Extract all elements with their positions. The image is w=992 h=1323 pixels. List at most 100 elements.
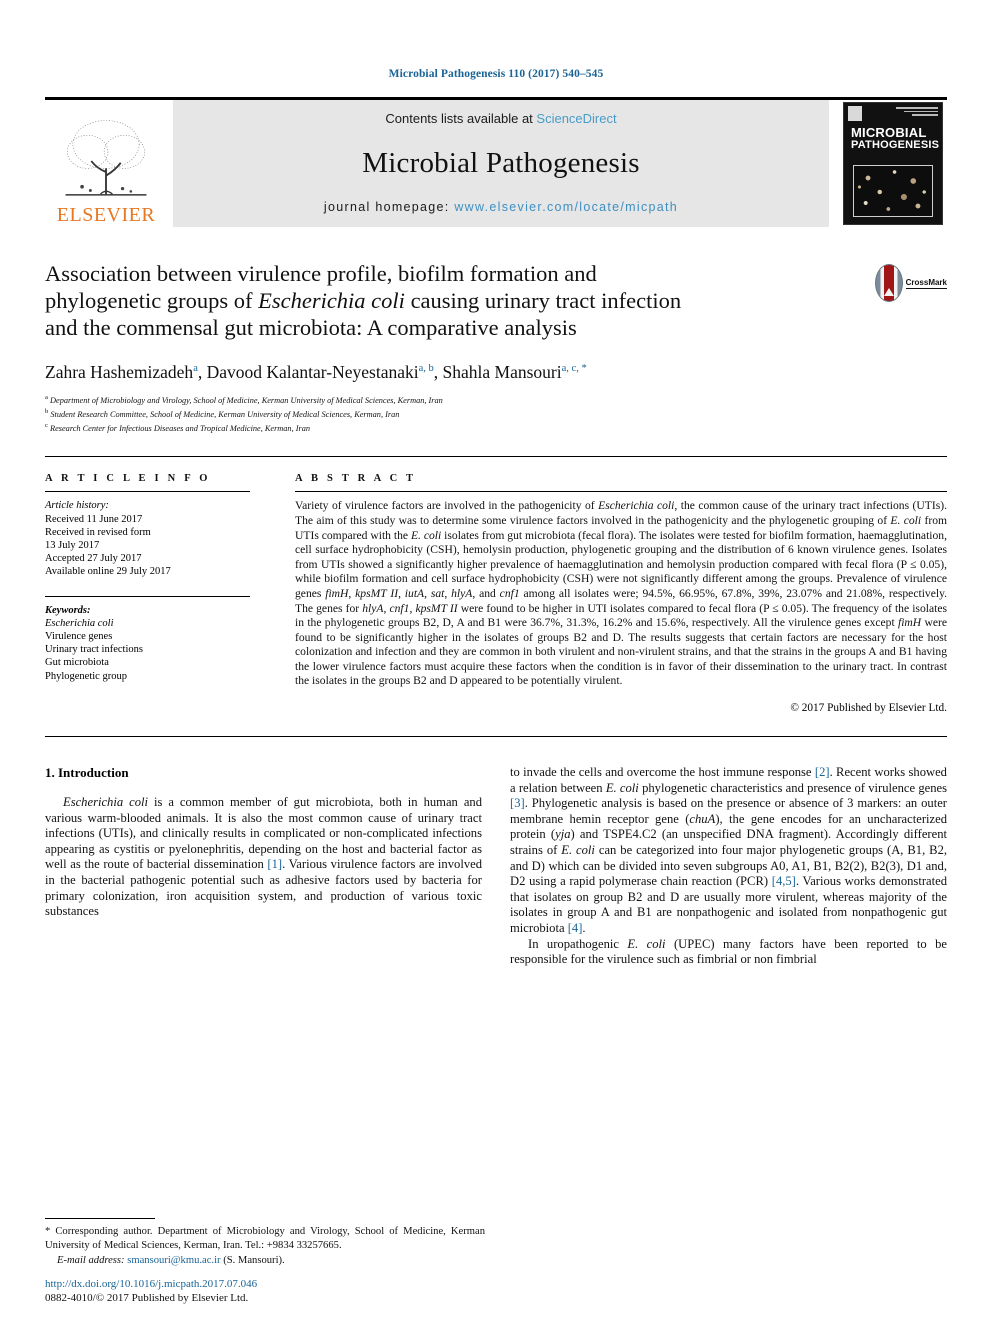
author-marks-2: a, b [418,363,434,374]
affiliation-item: a Department of Microbiology and Virolog… [45,392,841,406]
journal-title: Microbial Pathogenesis [362,146,640,179]
footnote-region: * Corresponding author. Department of Mi… [45,1218,485,1267]
body-column-right: to invade the cells and overcome the hos… [510,765,947,968]
journal-masthead: ELSEVIER Contents lists available at Sci… [45,97,947,227]
email-line: E-mail address: smansouri@kmu.ac.ir (S. … [45,1254,485,1267]
page-title: Association between virulence profile, b… [45,260,841,341]
author-name-3[interactable]: Shahla Mansouri [443,362,562,382]
crossmark-label: CrossMark [905,277,947,289]
journal-homepage-line: journal homepage: www.elsevier.com/locat… [324,200,678,214]
abs-i12: kpsMT II [415,601,458,615]
section-title-introduction: 1. Introduction [45,765,129,781]
intro-species-name: Escherichia coli [63,795,149,810]
keyword-item: Virulence genes [45,630,113,642]
corresponding-text: Corresponding author. Department of Micr… [45,1226,485,1251]
title-and-authors: Association between virulence profile, b… [45,260,855,434]
history-item: 13 July 2017 [45,539,100,551]
title-line-3: and the commensal gut microbiota: A comp… [45,315,577,340]
title-line-1: Association between virulence profile, b… [45,261,597,286]
elsevier-tree-icon [65,120,147,196]
abstract-bottom-divider [45,736,947,738]
history-item: Received 11 June 2017 [45,513,143,525]
article-info-rule [45,491,250,493]
article-history: Article history: Received 11 June 2017 R… [45,499,250,578]
keywords-label: Keywords: [45,604,91,616]
body-columns: 1. Introduction Escherichia coli is a co… [45,765,947,968]
citation-ref-3[interactable]: [3] [510,796,525,810]
crossmark-area[interactable]: CrossMark [855,260,947,434]
author-sep-2: , [433,361,443,382]
cover-title-line2: PATHOGENESIS [851,139,940,151]
elsevier-logo: ELSEVIER [45,100,167,227]
abs-t7: , [424,586,431,600]
abs-i2: E. coli [890,513,922,527]
cover-text-lines [896,106,938,125]
abstract-text: Variety of virulence factors are involve… [295,499,947,689]
history-item: Available online 29 July 2017 [45,566,171,578]
article-info-heading: A R T I C L E I N F O [45,473,211,485]
intro-paragraph-right-2: In uropathogenic E. coli (UPEC) many fac… [510,937,947,968]
keywords-rule [45,595,250,597]
email-link[interactable]: smansouri@kmu.ac.ir [127,1255,220,1266]
keyword-item: Gut microbiota [45,657,109,669]
journal-cover-thumbnail: MICROBIAL PATHOGENESIS [839,100,947,227]
abs-t1: Variety of virulence factors are involve… [295,499,599,513]
intro-paragraph-left: Escherichia coli is a common member of g… [45,795,482,920]
affiliation-text-b: Student Research Committee, School of Me… [50,409,400,419]
sciencedirect-link[interactable]: ScienceDirect [536,111,616,126]
running-head: Microbial Pathogenesis 110 (2017) 540–54… [388,68,604,80]
doi-region: http://dx.doi.org/10.1016/j.micpath.2017… [45,1277,505,1305]
title-line-2-a: phylogenetic groups of [45,288,259,313]
keyword-item: Phylogenetic group [45,670,127,682]
intro-right-it-1: E. coli [605,780,639,795]
affiliation-text-a: Department of Microbiology and Virology,… [50,395,443,405]
affiliation-list: a Department of Microbiology and Virolog… [45,392,841,435]
abs-i4: fimH [325,586,349,600]
abs-i1: Escherichia coli [598,499,675,513]
intro-right-p2-it: E. coli [627,936,666,951]
keyword-item: Urinary tract infections [45,644,143,656]
abstract-heading: A B S T R A C T [295,473,417,485]
cover-header-strip [844,103,942,125]
abs-i5: kpsMT II [355,586,399,600]
info-abstract-region: A R T I C L E I N F O Article history: R… [45,473,947,714]
crossmark-badge[interactable]: CrossMark [875,263,947,303]
affiliation-mark-c: c [45,422,48,430]
email-suffix: (S. Mansouri). [220,1254,285,1266]
keywords-block: Keywords: Escherichia coli Virulence gen… [45,604,250,683]
abs-i6: iutA [404,586,425,600]
affiliation-item: c Research Center for Infectious Disease… [45,420,841,434]
citation-ref-4[interactable]: [4] [568,921,583,935]
author-list: Zahra Hashemizadeha, Davood Kalantar-Ney… [45,358,841,383]
citation-ref-4-5[interactable]: [4,5] [772,874,796,888]
intro-right-a: to invade the cells and overcome the hos… [510,765,815,780]
keyword-item: Escherichia coli [45,617,114,629]
abstract-copyright: © 2017 Published by Elsevier Ltd. [790,702,947,715]
abs-i10: hlyA [362,601,384,615]
citation-ref-1[interactable]: [1] [267,857,282,871]
doi-link[interactable]: http://dx.doi.org/10.1016/j.micpath.2017… [45,1277,505,1291]
article-info-column: A R T I C L E I N F O Article history: R… [45,473,295,714]
intro-right-i: . [582,921,586,935]
journal-homepage-link[interactable]: www.elsevier.com/locate/micpath [454,200,678,214]
intro-right-p2-a: In uropathogenic [528,936,628,951]
intro-right-it-4: E. coli [561,843,595,858]
email-label: E-mail address: [57,1254,125,1266]
intro-right-it-3: yja [555,827,571,842]
cover-micrograph-image [853,165,933,217]
title-species-name: Escherichia coli [258,288,405,313]
abs-t9: , and [472,586,500,600]
abs-i13: fimH [897,616,922,630]
author-name-2[interactable]: Davood Kalantar-Neyestanaki [207,362,419,382]
author-sep-1: , [197,361,207,382]
affiliation-item: b Student Research Committee, School of … [45,406,841,420]
cover-elsevier-mark-icon [848,106,862,121]
elsevier-wordmark: ELSEVIER [56,204,156,226]
author-name-1[interactable]: Zahra Hashemizadeh [45,362,193,382]
footnote-divider [45,1218,155,1220]
abs-i3: E. coli [410,528,442,542]
contents-prefix: Contents lists available at [385,111,537,126]
journal-band: Contents lists available at ScienceDirec… [173,100,829,227]
abs-t6: , [398,586,405,600]
citation-ref-2[interactable]: [2] [815,765,830,779]
